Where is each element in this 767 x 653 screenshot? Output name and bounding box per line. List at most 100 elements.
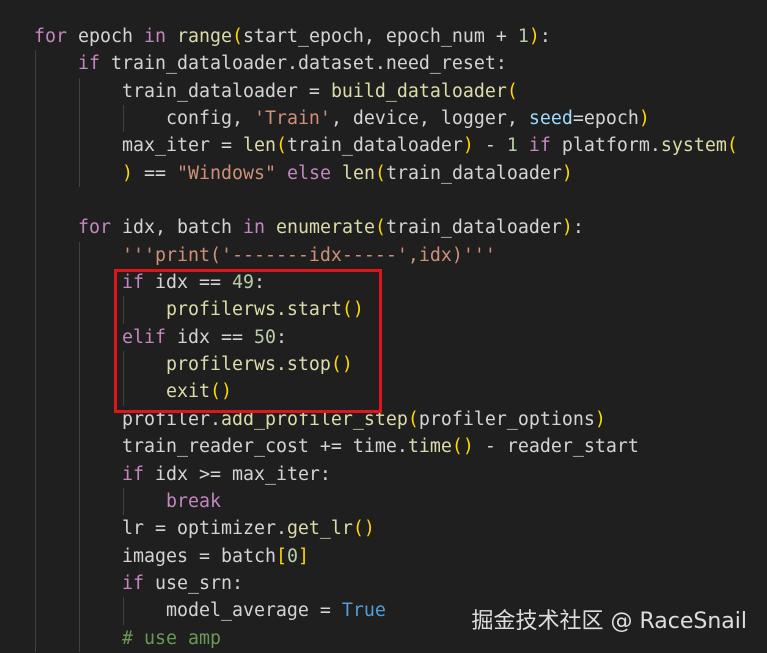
code-token-br: (	[726, 135, 738, 157]
code-token-txt: idx, batch	[111, 217, 243, 239]
indent-guide	[79, 105, 80, 133]
code-token-br: (	[374, 217, 386, 239]
code-line[interactable]: train_dataloader = build_dataloader(	[0, 77, 767, 106]
code-token-txt: train_dataloader	[385, 162, 562, 184]
code-token-br: (	[275, 135, 287, 157]
indent-guide	[35, 323, 36, 352]
code-token-txt: train_dataloader	[286, 135, 463, 157]
indent-guide	[35, 105, 36, 133]
code-token-fn: build_dataloader	[330, 80, 507, 102]
code-line[interactable]: break	[0, 487, 767, 516]
indent-guide	[35, 132, 36, 160]
code-token-br: )	[561, 162, 573, 184]
code-token-txt: start_epoch, epoch_num +	[242, 26, 518, 47]
code-token-txt: train_dataloader =	[121, 80, 331, 102]
indent-guide	[79, 269, 80, 297]
code-token-kw: if	[121, 572, 144, 594]
code-line[interactable]: for idx, batch in enumerate(train_datalo…	[0, 214, 767, 242]
code-token-txt: ==	[132, 162, 177, 184]
indent-guide	[79, 460, 80, 488]
indent-guide	[35, 77, 36, 106]
watermark: 掘金技术社区 @ RaceSnail	[471, 609, 747, 634]
code-token-txt: idx >= max_iter:	[143, 463, 331, 485]
indent-guide	[35, 50, 36, 78]
code-token-num: 0	[286, 545, 298, 567]
code-token-kw: in	[242, 217, 265, 239]
code-token-fn: get_lr	[286, 518, 353, 540]
indent-guide	[79, 323, 80, 352]
code-token-txt: :	[572, 217, 584, 239]
code-line[interactable]: train_reader_cost += time.time() - reade…	[0, 433, 767, 461]
indent-guide	[35, 351, 36, 379]
code-line[interactable]: for epoch in range(start_epoch, epoch_nu…	[0, 23, 767, 50]
code-token-str: "Windows"	[176, 162, 276, 184]
code-line[interactable]: lr = optimizer.get_lr()	[0, 515, 767, 543]
code-line[interactable]: if train_dataloader.dataset.need_reset:	[0, 50, 767, 78]
code-line[interactable]: '''print('-------idx-----',idx)'''	[0, 241, 767, 270]
indent-guide	[123, 597, 124, 625]
code-token-fn: len	[341, 162, 375, 184]
code-line[interactable]: if idx >= max_iter:	[0, 460, 767, 488]
code-token-br: )	[528, 26, 540, 47]
code-token-const: True	[341, 600, 386, 622]
code-line[interactable]	[0, 187, 767, 215]
code-token-kw: else	[286, 162, 331, 184]
indent-guide	[35, 159, 36, 188]
code-token-br: (	[407, 408, 419, 430]
code-line[interactable]: ) == "Windows" else len(train_dataloader…	[0, 159, 767, 188]
code-token-kw: for	[78, 217, 111, 239]
indent-guide	[35, 460, 36, 488]
code-token-kw: if	[78, 53, 100, 75]
code-token-br: ]	[297, 545, 309, 567]
code-token-txt: =epoch	[572, 108, 639, 130]
indent-guide	[35, 542, 36, 570]
indent-guide	[35, 433, 36, 461]
code-line[interactable]: config, 'Train', device, logger, seed=ep…	[0, 105, 767, 133]
indent-guide	[79, 241, 80, 270]
code-token-com: # use amp	[121, 627, 221, 649]
code-token-txt: train_reader_cost += time.	[121, 436, 408, 458]
indent-guide	[79, 351, 80, 379]
code-token-br: )	[638, 108, 650, 130]
code-token-br: )	[561, 217, 573, 239]
code-line[interactable]: max_iter = len(train_dataloader) - 1 if …	[0, 132, 767, 160]
code-token-txt: epoch	[67, 26, 144, 47]
code-token-kw: for	[34, 26, 67, 47]
indent-guide	[123, 105, 124, 133]
indent-guide	[35, 378, 36, 406]
indent-guide	[79, 378, 80, 406]
code-token-kw: in	[143, 26, 166, 47]
code-line[interactable]: images = batch[0]	[0, 542, 767, 570]
code-token-fn: time	[407, 436, 452, 458]
indent-guide	[35, 597, 36, 625]
code-token-txt: use_srn:	[143, 572, 243, 594]
indent-guide	[79, 597, 80, 625]
indent-guide	[35, 241, 36, 270]
indent-guide	[79, 77, 80, 106]
code-token-txt: config,	[165, 108, 254, 130]
code-token-num: 1	[506, 135, 518, 157]
indent-guide	[79, 159, 80, 188]
indent-guide	[79, 569, 80, 598]
indent-guide	[35, 269, 36, 297]
code-token-fn: len	[242, 135, 276, 157]
code-token-txt: train_dataloader.dataset.need_reset:	[100, 53, 507, 75]
code-line[interactable]: if use_srn:	[0, 569, 767, 598]
code-token-kw: if	[121, 463, 144, 485]
